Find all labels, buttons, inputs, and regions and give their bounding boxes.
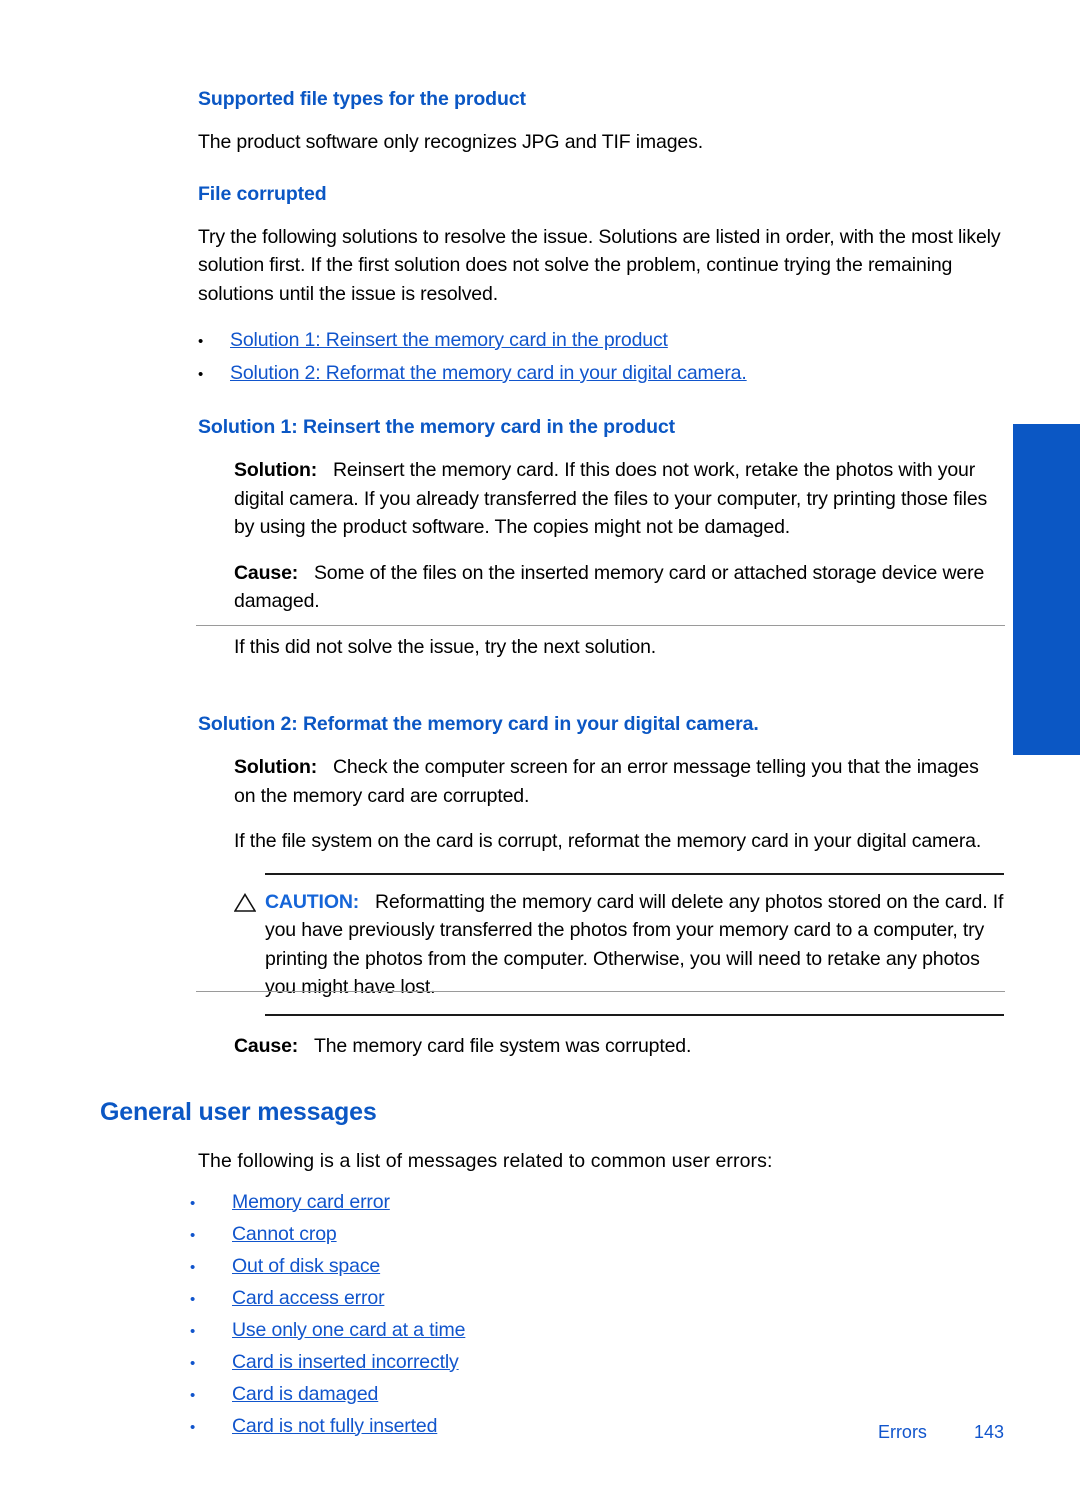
list-item: • Solution 1: Reinsert the memory card i… (198, 325, 1013, 357)
paragraph-supported-file-types: The product software only recognizes JPG… (198, 131, 703, 153)
label-solution: Solution: (234, 756, 318, 778)
bullet-icon: • (190, 1386, 196, 1404)
link-out-of-disk-space[interactable]: Out of disk space (232, 1251, 380, 1281)
bullet-icon: • (198, 333, 204, 350)
footer-page-number: 143 (973, 1422, 1004, 1442)
label-cause: Cause: (234, 1034, 299, 1057)
list-item: • Card is inserted incorrectly (190, 1347, 1013, 1379)
label-solution: Solution: (234, 459, 318, 481)
list-item: • Out of disk space (190, 1251, 1013, 1283)
link-use-only-one-card-at-a-time[interactable]: Use only one card at a time (232, 1315, 465, 1345)
section-general-user-messages: General user messages The following is a… (0, 1098, 1013, 1443)
document-page: Solve a problem Supported file types for… (0, 0, 1080, 1495)
bullet-icon: • (190, 1322, 196, 1340)
text-cause: Some of the files on the inserted memory… (234, 561, 985, 613)
heading-file-corrupted: File corrupted (198, 182, 327, 205)
list-item: • Card access error (190, 1283, 1013, 1315)
section-divider (196, 991, 1005, 992)
bullet-icon: • (198, 366, 204, 383)
text-solution: Check the computer screen for an error m… (234, 756, 979, 807)
list-item: • Cannot crop (190, 1219, 1013, 1251)
section-divider (196, 625, 1005, 626)
link-solution-1[interactable]: Solution 1: Reinsert the memory card in … (230, 325, 668, 355)
caution-callout: CAUTION: Reformatting the memory card wi… (0, 872, 1013, 1016)
link-card-access-error[interactable]: Card access error (232, 1283, 385, 1313)
paragraph-solution-1-next: If this did not solve the issue, try the… (234, 635, 657, 658)
general-user-messages-links: • Memory card error • Cannot crop • Out … (190, 1187, 1013, 1443)
text-cause: The memory card file system was corrupte… (313, 1034, 692, 1057)
list-item: • Memory card error (190, 1187, 1013, 1219)
caution-rule-top (265, 872, 1004, 875)
paragraph-solution-1-solution: Solution: Reinsert the memory card. If t… (234, 456, 1004, 542)
paragraph-solution-1-cause: Cause: Some of the files on the inserted… (234, 559, 1004, 616)
paragraph-solution-2-cause: Cause: The memory card file system was c… (234, 1032, 1004, 1061)
bullet-icon: • (190, 1226, 196, 1244)
paragraph-file-corrupted-intro: Try the following solutions to resolve t… (198, 225, 1001, 305)
label-cause: Cause: (234, 561, 299, 584)
text-solution: Reinsert the memory card. If this does n… (234, 459, 988, 538)
paragraph-solution-2-solution: Solution: Check the computer screen for … (234, 753, 1004, 810)
link-solution-2[interactable]: Solution 2: Reformat the memory card in … (230, 358, 747, 388)
paragraph-solution-2-note: If the file system on the card is corrup… (234, 830, 982, 852)
bullet-icon: • (190, 1194, 196, 1212)
caution-body: CAUTION: Reformatting the memory card wi… (233, 888, 1004, 1002)
caution-label: CAUTION: (265, 890, 360, 913)
paragraph-general-user-messages-intro: The following is a list of messages rela… (198, 1150, 773, 1172)
link-cannot-crop[interactable]: Cannot crop (232, 1219, 337, 1249)
footer-section-name: Errors (877, 1422, 927, 1442)
page-content: Supported file types for the product The… (0, 0, 1013, 1443)
bullet-icon: • (190, 1354, 196, 1372)
heading-solution-1: Solution 1: Reinsert the memory card in … (198, 416, 676, 438)
link-card-is-inserted-incorrectly[interactable]: Card is inserted incorrectly (232, 1347, 459, 1377)
caution-message: Reformatting the memory card will delete… (265, 890, 1004, 999)
list-item: • Card is damaged (190, 1379, 1013, 1411)
page-footer: Errors 143 (0, 1422, 1013, 1443)
heading-supported-file-types: Supported file types for the product (198, 88, 526, 110)
bullet-icon: • (190, 1290, 196, 1308)
heading-solution-2: Solution 2: Reformat the memory card in … (198, 713, 759, 735)
file-corrupted-solution-links: • Solution 1: Reinsert the memory card i… (198, 325, 1013, 390)
list-item: • Solution 2: Reformat the memory card i… (198, 358, 1013, 390)
bullet-icon: • (190, 1258, 196, 1276)
caution-rule-bottom (265, 1013, 1004, 1016)
heading-general-user-messages: General user messages (100, 1098, 377, 1126)
list-item: • Use only one card at a time (190, 1315, 1013, 1347)
caution-text-block: CAUTION: Reformatting the memory card wi… (265, 888, 1004, 1002)
side-thumb-tab: Solve a problem (969, 424, 1080, 755)
link-memory-card-error[interactable]: Memory card error (232, 1187, 390, 1217)
warning-triangle-icon (233, 888, 265, 1002)
link-card-is-damaged[interactable]: Card is damaged (232, 1379, 378, 1409)
